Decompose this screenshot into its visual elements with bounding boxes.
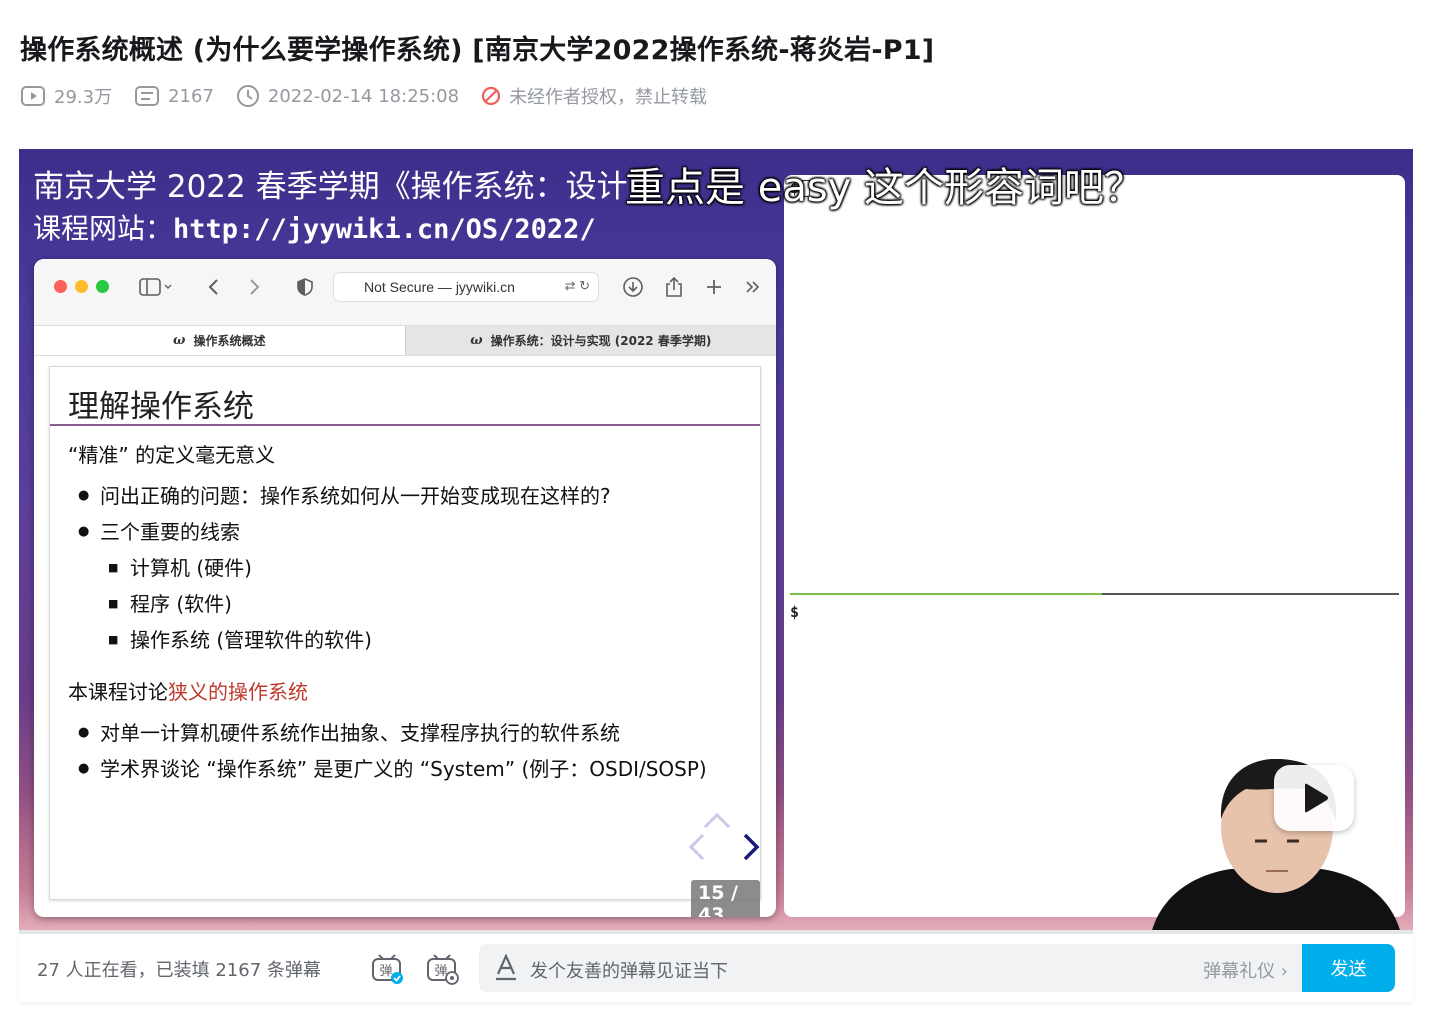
danmaku-count-value: 2167 (168, 85, 214, 107)
forbidden-icon (481, 86, 501, 106)
course-banner-website: 课程网站：http://jyywiki.cn/OS/2022/ (33, 207, 596, 247)
browser-window: Not Secure — jyywiki.cn ⇄ ↻ ω 操作系统概述 ω 操… (34, 259, 776, 917)
site-logo-icon: ω (470, 333, 483, 348)
play-button[interactable] (1274, 765, 1354, 831)
course-banner-title: 南京大学 2022 春季学期《操作系统：设计 (33, 169, 628, 205)
slide-sub-bullet: 计算机 (硬件) (68, 550, 750, 586)
sidebar-icon (139, 273, 173, 301)
window-zoom-icon (96, 280, 109, 293)
video-player[interactable]: 南京大学 2022 春季学期《操作系统：设计 课程网站：http://jyywi… (19, 149, 1413, 934)
publish-time: 2022-02-14 18:25:08 (236, 84, 459, 108)
danmaku-settings-button[interactable]: 弹 (424, 950, 460, 986)
video-title: 操作系统概述 (为什么要学操作系统) [南京大学2022操作系统-蒋炎岩-P1] (20, 35, 935, 66)
slide-section-prefix: 本课程讨论 (68, 680, 168, 704)
slide-sub-bullet: 操作系统 (管理软件的软件) (68, 622, 750, 658)
window-minimize-icon (75, 280, 88, 293)
tab-os-overview: ω 操作系统概述 (34, 326, 405, 355)
new-tab-icon (705, 273, 723, 301)
slide-bullet: 学术界谈论 “操作系统” 是更广义的 “System” (例子：OSDI/SOS… (68, 751, 750, 787)
slide-intro: “精准” 的定义毫无意义 (68, 443, 276, 467)
privacy-shield-icon (296, 273, 314, 301)
course-website-url: http://jyywiki.cn/OS/2022/ (173, 214, 596, 245)
overflow-icon (744, 273, 762, 301)
slide-nav-arrows-icon (688, 812, 760, 861)
translate-reload-icon: ⇄ ↻ (564, 278, 590, 293)
slide-title-rule (50, 424, 760, 426)
share-icon (664, 273, 684, 301)
publish-time-value: 2022-02-14 18:25:08 (267, 85, 460, 107)
viewer-count-text: 27 人正在看，已装填 2167 条弹幕 (37, 960, 321, 981)
video-meta: 29.3万 2167 2022-02-14 18:25:08 未经作者授权，禁止… (20, 82, 729, 110)
slide-section-heading: 本课程讨论狭义的操作系统 (68, 676, 750, 705)
slide-bullet: 三个重要的线索 (68, 514, 750, 550)
browser-tabs: ω 操作系统概述 ω 操作系统：设计与实现 (2022 春季学期) (34, 325, 776, 356)
slide-page-indicator: 15 / 43 (691, 880, 760, 917)
slide-list-1: 问出正确的问题：操作系统如何从一开始变成现在这样的? 三个重要的线索 计算机 (… (68, 478, 750, 658)
address-bar: Not Secure — jyywiki.cn ⇄ ↻ (333, 272, 599, 302)
clock-icon (236, 85, 259, 107)
danmaku-send-bar: 27 人正在看，已装填 2167 条弹幕 弹 弹 发个友善的弹幕见证当下 弹幕礼… (19, 934, 1413, 1002)
slide-title: 理解操作系统 (68, 389, 254, 425)
terminal-pane-divider-active (790, 593, 1102, 595)
tab-os-course: ω 操作系统：设计与实现 (2022 春季学期) (404, 326, 776, 355)
play-icon (1305, 783, 1328, 813)
tab-os-overview-label: 操作系统概述 (193, 334, 266, 348)
site-logo-icon: ω (173, 333, 186, 348)
tab-os-course-label: 操作系统：设计与实现 (2022 春季学期) (490, 334, 712, 348)
play-count-icon (21, 86, 45, 106)
danmaku-toggle-glyph: 弹 (379, 964, 392, 979)
back-icon (206, 273, 222, 301)
danmaku-etiquette-link[interactable]: 弹幕礼仪 › (1203, 957, 1288, 983)
view-count: 29.3万 (20, 83, 112, 109)
terminal-prompt-bottom: $ (790, 603, 800, 621)
slide-section-highlight: 狭义的操作系统 (168, 680, 308, 704)
download-icon (622, 273, 644, 301)
danmaku-input-placeholder: 发个友善的弹幕见证当下 (530, 961, 728, 982)
address-text: Not Secure — jyywiki.cn (364, 279, 515, 295)
forward-icon (246, 273, 262, 301)
window-close-icon (54, 280, 67, 293)
text-style-icon[interactable] (493, 954, 519, 982)
copyright-notice: 未经作者授权，禁止转载 (481, 83, 707, 109)
danmaku-overlay: 重点是 easy 这个形容词吧？ (625, 165, 1145, 211)
danmaku-toggle-button[interactable]: 弹 (369, 950, 405, 986)
course-website-label: 课程网站： (33, 212, 174, 245)
send-button[interactable]: 发送 (1302, 944, 1395, 992)
slide-body: “精准” 的定义毫无意义 问出正确的问题：操作系统如何从一开始变成现在这样的? … (68, 439, 750, 787)
slide-bullet: 问出正确的问题：操作系统如何从一开始变成现在这样的? (68, 478, 750, 514)
danmaku-toggle-icon: 弹 (372, 954, 403, 984)
danmaku-input[interactable]: 发个友善的弹幕见证当下 弹幕礼仪 › (479, 944, 1302, 992)
slide-list-2: 对单一计算机硬件系统作出抽象、支撑程序执行的软件系统 学术界谈论 “操作系统” … (68, 715, 750, 787)
browser-toolbar: Not Secure — jyywiki.cn ⇄ ↻ (34, 259, 776, 325)
danmaku-count: 2167 (134, 85, 214, 107)
presentation-slide: 理解操作系统 “精准” 的定义毫无意义 问出正确的问题：操作系统如何从一开始变成… (49, 366, 761, 917)
view-count-value: 29.3万 (54, 87, 113, 108)
slide-bullet: 对单一计算机硬件系统作出抽象、支撑程序执行的软件系统 (68, 715, 750, 751)
danmaku-settings-icon: 弹 (427, 954, 459, 985)
danmaku-count-icon (135, 86, 160, 106)
slide-sub-bullet: 程序 (软件) (68, 586, 750, 622)
copyright-notice-text: 未经作者授权，禁止转载 (509, 87, 708, 108)
